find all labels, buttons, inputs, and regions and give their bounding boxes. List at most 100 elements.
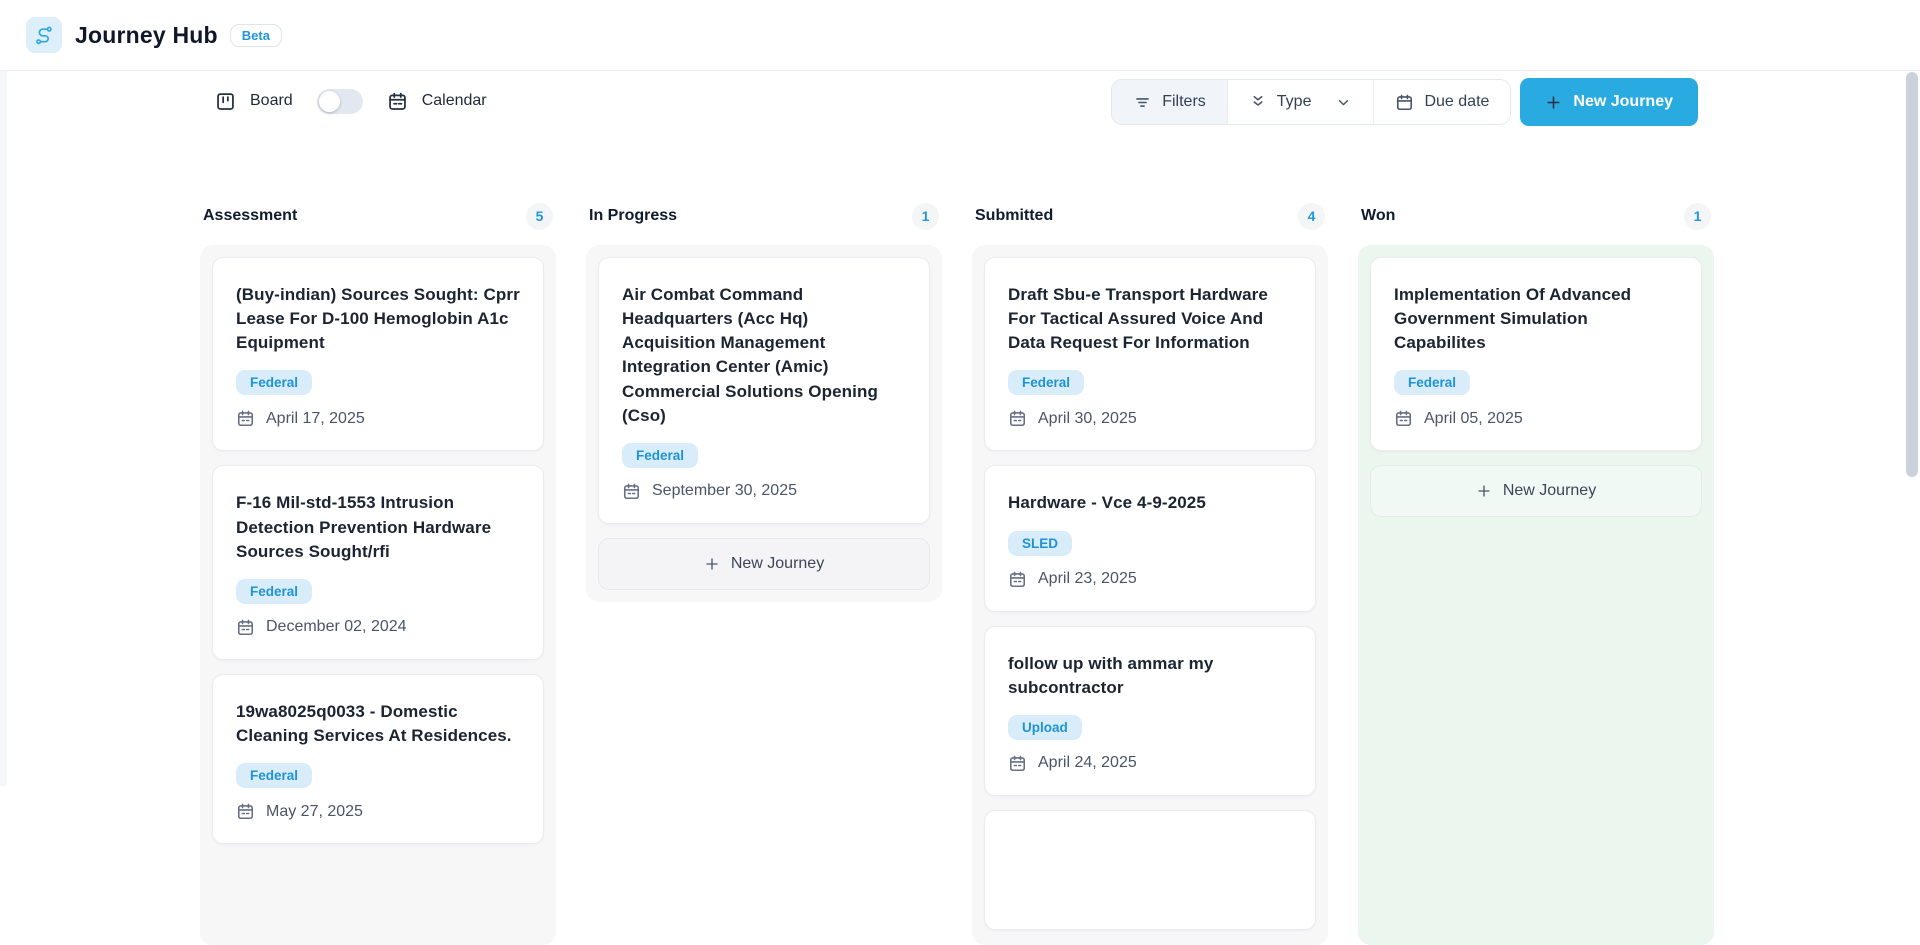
column-title: Submitted	[975, 207, 1054, 224]
journey-card[interactable]: F-16 Mil-std-1553 Intrusion Detection Pr…	[212, 465, 544, 660]
card-title: 19wa8025q0033 - Domestic Cleaning Servic…	[236, 701, 512, 745]
card-type-badge: Federal	[622, 442, 699, 468]
card-date-text: May 27, 2025	[266, 802, 363, 820]
calendar-icon	[387, 91, 408, 112]
toggle-knob	[318, 90, 340, 112]
card-due-date: April 30, 2025	[1008, 409, 1292, 428]
card-type-badge: Federal	[236, 578, 313, 604]
column-assessment: Assessment 5 (Buy-indian) Sources Sought: …	[200, 200, 556, 945]
journey-card[interactable]: Draft Sbu-e Transport Hardware For Tacti…	[984, 257, 1316, 452]
filter-lines-icon	[1133, 93, 1152, 112]
column-count-badge: 5	[526, 202, 553, 230]
page-title: Journey Hub	[75, 21, 218, 48]
card-due-date: December 02, 2024	[236, 618, 520, 637]
column-in-progress: In Progress 1 Air Combat Command Headquart…	[586, 200, 942, 945]
card-title: Draft Sbu-e Transport Hardware For Tacti…	[1008, 285, 1268, 353]
card-due-date: September 30, 2025	[622, 482, 906, 501]
column-count-badge: 4	[1298, 202, 1325, 230]
page-edge	[0, 71, 7, 786]
new-journey-placeholder-label: New Journey	[730, 554, 825, 572]
column-title: In Progress	[589, 207, 678, 224]
card-date-text: April 24, 2025	[1038, 754, 1137, 772]
journey-card[interactable]: Hardware - Vce 4-9-2025 SLED April 23, 202…	[984, 465, 1316, 612]
toolbar: Board Calendar Filters Type Due date New…	[0, 71, 1920, 131]
card-due-date: April 24, 2025	[1008, 754, 1292, 773]
board-icon	[215, 91, 236, 112]
card-type-badge: Federal	[236, 763, 313, 788]
board: Assessment 5 (Buy-indian) Sources Sought: …	[200, 200, 1714, 945]
card-type-badge: Federal	[236, 370, 313, 396]
journey-card[interactable]	[984, 809, 1316, 930]
card-date-text: December 02, 2024	[266, 618, 407, 636]
card-date-text: September 30, 2025	[652, 482, 797, 500]
due-date-button[interactable]: Due date	[1373, 80, 1511, 124]
column-title: Assessment	[203, 207, 298, 224]
card-date-text: April 05, 2025	[1424, 409, 1523, 427]
calendar-icon	[236, 409, 255, 428]
board-view-label[interactable]: Board	[250, 92, 293, 110]
journey-card[interactable]: Implementation Of Advanced Government Si…	[1370, 257, 1702, 452]
filters-label: Filters	[1162, 93, 1206, 110]
journey-card[interactable]: Air Combat Command Headquarters (Acc Hq)…	[598, 257, 930, 524]
double-chevron-down-icon	[1249, 93, 1267, 111]
calendar-icon	[1008, 409, 1027, 428]
calendar-icon	[1008, 754, 1027, 773]
calendar-icon	[236, 618, 255, 637]
card-title: Implementation Of Advanced Government Si…	[1394, 285, 1632, 353]
calendar-view-label[interactable]: Calendar	[422, 92, 487, 110]
column-won: Won 1 Implementation Of Advanced Governmen…	[1358, 200, 1714, 945]
new-journey-button-label: New Journey	[1573, 93, 1673, 110]
journey-card[interactable]: follow up with ammar my subcontractor Upl…	[984, 625, 1316, 796]
column-body: (Buy-indian) Sources Sought: Cprr Lease …	[200, 245, 556, 945]
type-label: Type	[1276, 93, 1312, 110]
calendar-icon	[622, 482, 641, 501]
card-type-badge: SLED	[1008, 530, 1073, 556]
card-title: Hardware - Vce 4-9-2025	[1008, 493, 1206, 513]
column-count-badge: 1	[1684, 202, 1711, 230]
column-body: Implementation Of Advanced Government Si…	[1358, 245, 1714, 945]
card-date-text: April 23, 2025	[1038, 570, 1137, 587]
column-title: Won	[1361, 207, 1396, 224]
toolbar-actions: Filters Type Due date New Journey	[1111, 78, 1698, 126]
column-header: Submitted 4	[972, 200, 1328, 232]
card-type-badge: Federal	[1394, 370, 1471, 396]
card-title: Air Combat Command Headquarters (Acc Hq)…	[622, 285, 878, 425]
new-journey-button[interactable]: New Journey	[1520, 78, 1698, 126]
plus-icon	[704, 556, 720, 572]
column-header: In Progress 1	[586, 200, 942, 232]
card-title: (Buy-indian) Sources Sought: Cprr Lease …	[236, 285, 520, 353]
card-title: F-16 Mil-std-1553 Intrusion Detection Pr…	[236, 493, 492, 561]
card-due-date: April 23, 2025	[1008, 570, 1292, 589]
calendar-icon	[1008, 570, 1027, 589]
card-due-date: April 05, 2025	[1394, 409, 1678, 428]
column-body: Draft Sbu-e Transport Hardware For Tacti…	[972, 245, 1328, 945]
new-journey-placeholder[interactable]: New Journey	[598, 537, 930, 590]
chevron-down-icon	[1335, 94, 1352, 111]
column-header: Assessment 5	[200, 200, 556, 232]
journey-route-icon	[26, 17, 62, 53]
journey-card[interactable]: 19wa8025q0033 - Domestic Cleaning Servic…	[212, 673, 544, 844]
card-date-text: April 30, 2025	[1038, 409, 1137, 427]
view-toggle[interactable]	[316, 88, 363, 114]
card-title: follow up with ammar my subcontractor	[1008, 653, 1214, 697]
new-journey-placeholder[interactable]: New Journey	[1370, 465, 1702, 518]
calendar-icon	[1395, 93, 1414, 112]
filters-button[interactable]: Filters	[1112, 80, 1227, 124]
calendar-icon	[1394, 409, 1413, 428]
new-journey-placeholder-label: New Journey	[1502, 482, 1597, 500]
journey-card[interactable]: (Buy-indian) Sources Sought: Cprr Lease …	[212, 257, 544, 452]
column-submitted: Submitted 4 Draft Sbu-e Transport Hardware…	[972, 200, 1328, 945]
card-type-badge: Upload	[1008, 714, 1082, 740]
card-due-date: April 17, 2025	[236, 409, 520, 428]
vertical-scrollbar[interactable]	[1906, 72, 1918, 477]
due-date-label: Due date	[1424, 93, 1490, 110]
column-header: Won 1	[1358, 200, 1714, 232]
card-type-badge: Federal	[1008, 370, 1085, 396]
card-date-text: April 17, 2025	[266, 409, 365, 427]
type-filter-button[interactable]: Type	[1226, 80, 1374, 124]
plus-icon	[1476, 483, 1492, 499]
plus-icon	[1545, 94, 1562, 111]
calendar-icon	[236, 802, 255, 821]
view-switch: Board Calendar	[215, 82, 487, 120]
filter-group: Filters Type Due date	[1111, 79, 1512, 125]
